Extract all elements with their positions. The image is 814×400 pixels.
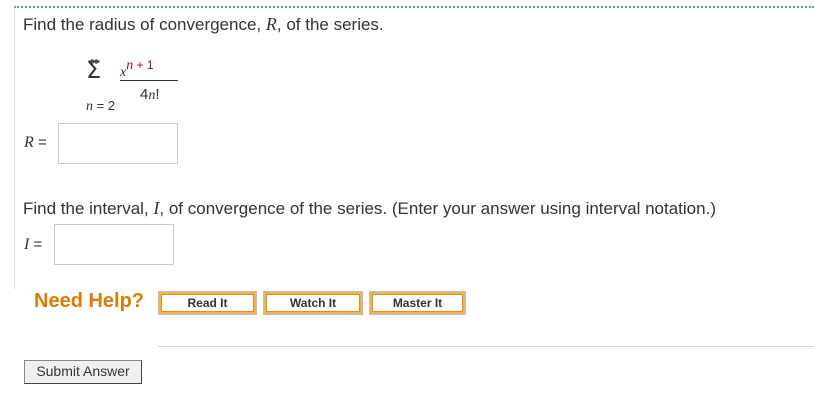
divider-line <box>158 346 814 347</box>
interval-label: I = <box>24 236 42 254</box>
numerator-exponent-rest: + 1 <box>133 58 154 72</box>
watch-it-button[interactable]: Watch It <box>263 291 363 315</box>
series-expression: ∞ Σ n = 2 xn + 1 4n! <box>84 54 204 116</box>
lower-limit: n = 2 <box>86 98 115 115</box>
master-it-button[interactable]: Master It <box>369 291 466 315</box>
question-radius-text-b: , of the series. <box>276 15 384 34</box>
top-dotted-border <box>14 6 814 8</box>
submit-answer-button[interactable]: Submit Answer <box>24 360 142 384</box>
denominator-rest: ! <box>155 86 160 103</box>
radius-label-var: R <box>24 134 34 151</box>
watch-it-label: Watch It <box>266 294 360 312</box>
read-it-button[interactable]: Read It <box>158 291 257 315</box>
question-interval: Find the interval, I, of convergence of … <box>23 198 716 219</box>
master-it-label: Master It <box>372 294 463 312</box>
fraction-bar <box>120 80 178 81</box>
radius-input[interactable] <box>58 123 178 164</box>
read-it-label: Read It <box>161 294 254 312</box>
question-interval-text-a: Find the interval, <box>23 199 154 218</box>
left-rule <box>14 7 15 289</box>
numerator: xn + 1 <box>120 58 154 81</box>
interval-input[interactable] <box>54 224 174 265</box>
lower-limit-var: n <box>86 99 93 114</box>
need-help-label: Need Help? <box>34 290 145 312</box>
question-interval-text-b: , of convergence of the series. (Enter y… <box>159 199 716 218</box>
numerator-exponent: n + 1 <box>126 58 154 73</box>
interval-label-eq: = <box>29 236 43 253</box>
question-radius-var: R <box>265 14 277 34</box>
lower-limit-rest: = 2 <box>93 98 116 113</box>
question-radius-text-a: Find the radius of convergence, <box>23 15 266 34</box>
radius-label: R = <box>24 134 47 152</box>
sigma-symbol: Σ <box>86 56 102 84</box>
denominator: 4n! <box>140 86 160 104</box>
radius-label-eq: = <box>33 134 47 151</box>
question-radius: Find the radius of convergence, R, of th… <box>23 14 384 35</box>
